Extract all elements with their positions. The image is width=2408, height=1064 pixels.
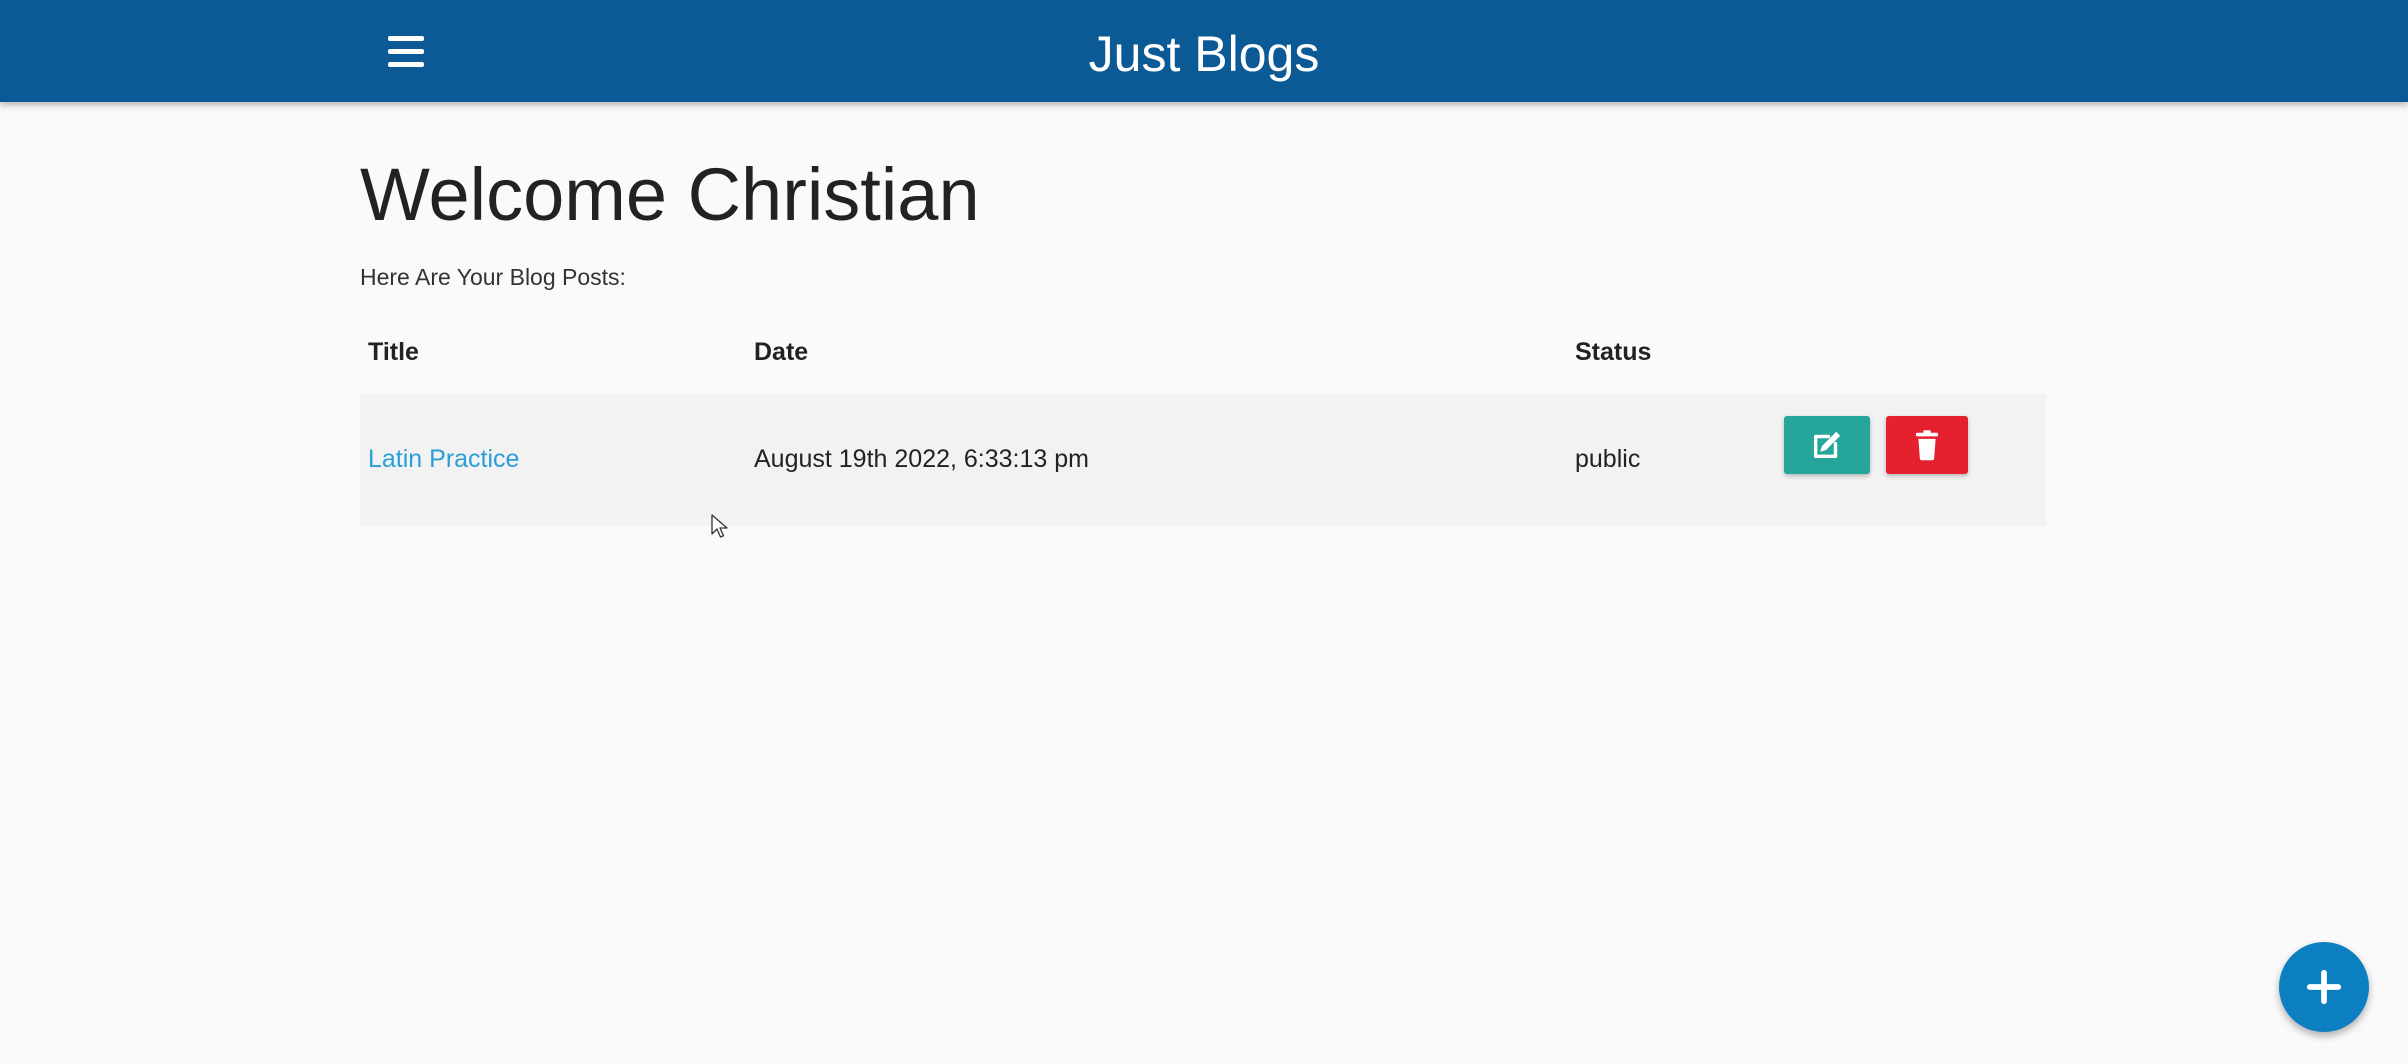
table-header: Title Date Status <box>360 324 2046 394</box>
column-header-date: Date <box>754 338 809 366</box>
edit-post-button[interactable] <box>1784 416 1870 474</box>
plus-icon <box>2306 969 2342 1005</box>
post-date: August 19th 2022, 6:33:13 pm <box>754 445 1089 473</box>
posts-table: Title Date Status Latin Practice August … <box>360 324 2046 526</box>
page-subtitle: Here Are Your Blog Posts: <box>360 264 626 290</box>
navbar: Just Blogs <box>0 0 2408 102</box>
column-header-title: Title <box>368 338 419 366</box>
post-title-link[interactable]: Latin Practice <box>368 445 519 473</box>
post-title-cell: Latin Practice <box>368 445 519 474</box>
table-row: Latin Practice August 19th 2022, 6:33:13… <box>360 394 2046 526</box>
delete-post-button[interactable] <box>1886 416 1968 474</box>
edit-icon <box>1813 432 1840 459</box>
add-post-button[interactable] <box>2279 942 2369 1032</box>
brand-logo[interactable]: Just Blogs <box>0 24 2408 84</box>
mouse-cursor-icon <box>711 514 728 538</box>
page-title: Welcome Christian <box>360 153 980 236</box>
column-header-status: Status <box>1575 338 1652 366</box>
trash-icon <box>1915 430 1939 461</box>
post-status: public <box>1575 445 1641 473</box>
